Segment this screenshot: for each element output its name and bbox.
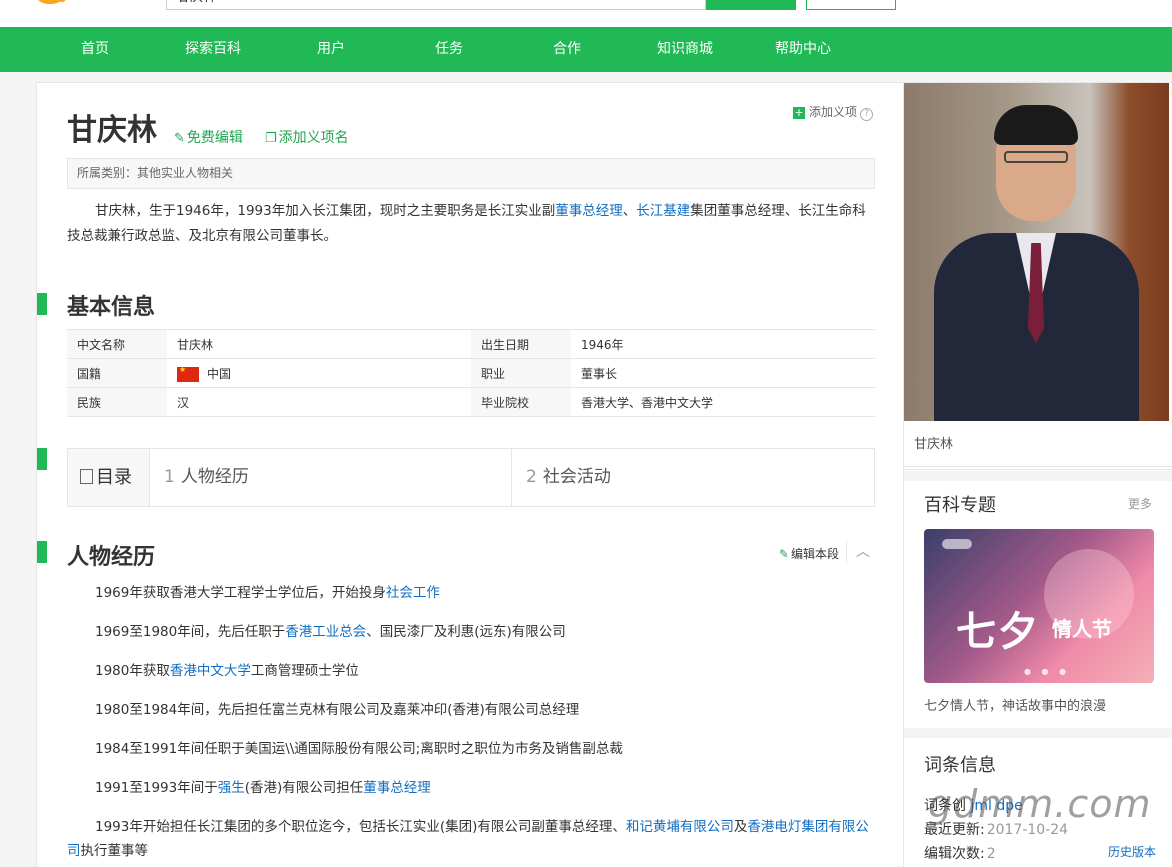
link-jnj[interactable]: 强生 bbox=[218, 780, 245, 796]
link-social-work[interactable]: 社会工作 bbox=[386, 585, 440, 601]
link-fhki[interactable]: 香港工业总会 bbox=[285, 624, 366, 640]
topic-heading: 百科专题 bbox=[924, 495, 996, 516]
more-link[interactable]: 更多 bbox=[1128, 495, 1152, 512]
photo-glasses bbox=[1004, 151, 1068, 163]
career-paragraph: 1980年获取香港中文大学工商管理硕士学位 bbox=[95, 663, 359, 679]
section-marker bbox=[37, 448, 47, 470]
info-key: 毕业院校 bbox=[471, 387, 571, 417]
topic-banner[interactable]: 七夕 情人节 8.7 ● ● ● bbox=[924, 529, 1154, 683]
free-edit-label: 免费编辑 bbox=[186, 130, 243, 146]
add-yiming-label: 添加义项名 bbox=[278, 130, 349, 146]
edit-count-row: 编辑次数: 2 bbox=[924, 846, 996, 862]
chevron-up-icon[interactable]: ︿ bbox=[853, 541, 873, 563]
table-row: 国籍 中国 职业 董事长 bbox=[67, 358, 875, 388]
career-paragraph: 1993年开始担任长江集团的多个职位迄今，包括长江实业(集团)有限公司副董事总经… bbox=[67, 819, 869, 859]
pencil-icon: ✎ bbox=[174, 131, 185, 146]
plus-icon: + bbox=[792, 106, 805, 119]
entry-info-heading: 词条信息 bbox=[924, 755, 996, 776]
category-bar: 所属类别：其他实业人物相关 bbox=[67, 158, 875, 189]
divider bbox=[846, 541, 847, 563]
info-key: 中文名称 bbox=[67, 329, 167, 359]
carousel-dots[interactable]: ● ● ● bbox=[1024, 667, 1070, 676]
toc-label: 目录 bbox=[96, 467, 132, 488]
info-value: 1946年 bbox=[571, 329, 875, 359]
pencil-icon: ✎ bbox=[778, 547, 789, 561]
info-key: 出生日期 bbox=[471, 329, 571, 359]
article-main: + 添加义项? 甘庆林 ✎ 免费编辑 ❐ 添加义项名 所属类别：其他实业人物相关 甘庆… bbox=[36, 82, 904, 867]
section-marker bbox=[37, 293, 47, 315]
portrait-photo[interactable] bbox=[904, 83, 1169, 421]
nav-home[interactable]: 首页 bbox=[36, 27, 154, 72]
list-icon bbox=[80, 469, 93, 484]
toc-heading: 目录 bbox=[68, 449, 150, 506]
nav-users[interactable]: 用户 bbox=[272, 27, 390, 72]
link-md[interactable]: 董事总经理 bbox=[555, 203, 623, 219]
section-gap bbox=[904, 728, 1172, 738]
page-title: 甘庆林 bbox=[67, 113, 157, 148]
section-marker bbox=[37, 541, 47, 563]
info-value: 汉 bbox=[167, 387, 471, 417]
photo-caption: 甘庆林 bbox=[914, 437, 954, 452]
nav-tasks[interactable]: 任务 bbox=[390, 27, 508, 72]
career-paragraph: 1984至1991年间任职于美国运\\通国际股份有限公司;离职时之职位为市务及销… bbox=[95, 741, 623, 757]
table-row: 民族 汉 毕业院校 香港大学、香港中文大学 bbox=[67, 387, 875, 417]
info-value: 香港大学、香港中文大学 bbox=[571, 387, 875, 417]
toc-item-career[interactable]: 1 人物经历 bbox=[164, 449, 249, 506]
link-hwl[interactable]: 和记黄埔有限公司 bbox=[626, 819, 734, 835]
career-paragraph: 1980至1984年间，先后担任富兰克林有限公司及嘉莱冲印(香港)有限公司总经理 bbox=[95, 702, 580, 718]
edit-section-link[interactable]: ✎ 编辑本段 bbox=[779, 545, 839, 562]
search-button[interactable] bbox=[706, 0, 796, 10]
history-link[interactable]: 历史版本 bbox=[1108, 843, 1156, 860]
info-value: 甘庆林 bbox=[167, 329, 471, 359]
copy-icon: ❐ bbox=[265, 131, 277, 146]
banner-caption[interactable]: 七夕情人节，神话故事中的浪漫 bbox=[924, 695, 1106, 714]
china-flag-icon bbox=[177, 365, 199, 382]
nationality-value: 中国 bbox=[207, 366, 232, 381]
table-of-contents: 目录 1 人物经历 2 社会活动 bbox=[67, 448, 875, 507]
create-entry-button[interactable] bbox=[806, 0, 896, 10]
nav-explore[interactable]: 探索百科 bbox=[154, 27, 272, 72]
watermark: gdmm.com bbox=[928, 782, 1152, 826]
main-nav: 首页 探索百科 用户 任务 合作 知识商城 帮助中心 bbox=[0, 27, 1172, 72]
info-value: 中国 bbox=[167, 358, 471, 388]
summary-paragraph: 甘庆林，生于1946年，1993年加入长江集团，现时之主要职务是长江实业副董事总… bbox=[67, 203, 866, 244]
nav-cooperation[interactable]: 合作 bbox=[508, 27, 626, 72]
info-key: 国籍 bbox=[67, 358, 167, 388]
toc-divider bbox=[511, 449, 512, 506]
help-icon[interactable]: ? bbox=[860, 108, 873, 121]
career-paragraph: 1991至1993年间于强生(香港)有限公司担任董事总经理 bbox=[95, 780, 431, 796]
toc-item-social[interactable]: 2 社会活动 bbox=[526, 449, 611, 506]
info-key: 民族 bbox=[67, 387, 167, 417]
nav-help-center[interactable]: 帮助中心 bbox=[744, 27, 862, 72]
link-ckinfra[interactable]: 长江基建 bbox=[636, 203, 690, 219]
career-paragraph: 1969年获取香港大学工程学士学位后，开始投身社会工作 bbox=[95, 585, 440, 601]
career-paragraph: 1969至1980年间，先后任职于香港工业总会、国民漆厂及利惠(远东)有限公司 bbox=[95, 624, 566, 640]
link-cuhk[interactable]: 香港中文大学 bbox=[170, 663, 251, 679]
add-yiming-link[interactable]: ❐ 添加义项名 bbox=[265, 127, 349, 147]
add-yixiang-label: 添加义项 bbox=[808, 105, 857, 119]
career-heading: 人物经历 bbox=[67, 545, 156, 570]
banner-title: 七夕 bbox=[956, 609, 1040, 655]
info-value: 董事长 bbox=[571, 358, 875, 388]
link-md2[interactable]: 董事总经理 bbox=[363, 780, 431, 796]
sidebar: 甘庆林 百科专题 更多 七夕 情人节 8.7 ● ● ● 七夕情人节，神话故事中… bbox=[904, 82, 1172, 867]
photo-hair bbox=[994, 105, 1078, 145]
search-input[interactable] bbox=[166, 0, 706, 10]
banner-date: 8.7 bbox=[1054, 623, 1070, 634]
basic-info-heading: 基本信息 bbox=[67, 295, 156, 320]
nav-knowledge-mall[interactable]: 知识商城 bbox=[626, 27, 744, 72]
divider bbox=[904, 466, 1172, 470]
section-gap bbox=[904, 471, 1172, 481]
table-row: 中文名称 甘庆林 出生日期 1946年 bbox=[67, 329, 875, 359]
basic-info-table: 中文名称 甘庆林 出生日期 1946年 国籍 中国 职业 董事长 民族 汉 毕业… bbox=[67, 329, 875, 417]
cloud-shape bbox=[942, 539, 972, 549]
add-yixiang-link[interactable]: + 添加义项? bbox=[792, 103, 873, 121]
edit-section-label: 编辑本段 bbox=[790, 547, 839, 561]
info-key: 职业 bbox=[471, 358, 571, 388]
top-bar bbox=[0, 0, 1172, 27]
free-edit-link[interactable]: ✎ 免费编辑 bbox=[174, 127, 243, 147]
